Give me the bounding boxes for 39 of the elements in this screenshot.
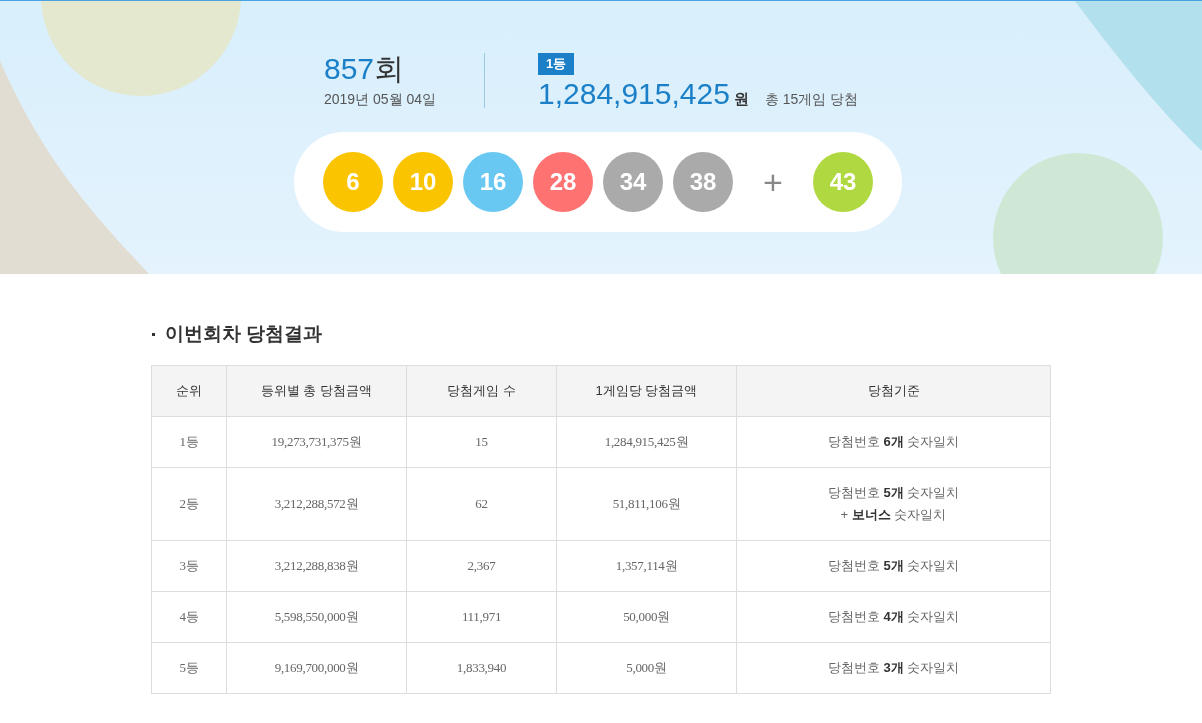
table-cell: 62	[406, 467, 557, 540]
column-header: 등위별 총 당첨금액	[226, 365, 407, 416]
table-cell: 15	[406, 416, 557, 467]
criteria-text: + 보너스 숫자일치	[839, 505, 948, 524]
rank-badge: 1등	[538, 53, 575, 75]
table-cell: 111,971	[406, 591, 557, 642]
table-cell: 3,212,288,572원	[226, 467, 407, 540]
table-cell: 1등	[151, 416, 227, 467]
section-title: 이번회차 당첨결과	[165, 322, 323, 346]
table-cell: 1,357,114원	[556, 540, 737, 591]
draw-number: 857회	[324, 51, 406, 87]
table-cell: 51,811,106원	[556, 467, 737, 540]
criteria-text: 당첨번호 6개 숫자일치	[826, 432, 961, 451]
column-header: 당첨기준	[736, 365, 1051, 416]
table-cell: 5,598,550,000원	[226, 591, 407, 642]
criteria-text: 당첨번호 5개 숫자일치	[826, 556, 961, 575]
prize-summary: 총 15게임 당첨	[764, 90, 859, 109]
criteria-text: 당첨번호 4개 숫자일치	[826, 607, 961, 626]
criteria-text: 당첨번호 5개 숫자일치	[826, 483, 961, 502]
prize-amount: 1,284,915,425 원	[538, 77, 749, 112]
table-cell: 5등	[151, 642, 227, 693]
table-cell: 1,833,940	[406, 642, 557, 693]
table-cell: 3,212,288,838원	[226, 540, 407, 591]
table-cell: 2,367	[406, 540, 557, 591]
column-header: 당첨게임 수	[406, 365, 557, 416]
column-header: 순위	[151, 365, 227, 416]
plus-sign: +	[762, 165, 784, 199]
table-cell: 1,284,915,425원	[556, 416, 737, 467]
table-cell: 5,000원	[556, 642, 737, 693]
table-cell: 2등	[151, 467, 227, 540]
table-cell: 3등	[151, 540, 227, 591]
column-header: 1게임당 당첨금액	[556, 365, 737, 416]
table-cell: 4등	[151, 591, 227, 642]
bullet-icon	[152, 332, 155, 336]
criteria-text: 당첨번호 3개 숫자일치	[826, 658, 961, 677]
table-cell: 50,000원	[556, 591, 737, 642]
draw-date: 2019년 05월 04일	[324, 90, 438, 109]
table-cell: 9,169,700,000원	[226, 642, 407, 693]
table-cell: 19,273,731,375원	[226, 416, 407, 467]
